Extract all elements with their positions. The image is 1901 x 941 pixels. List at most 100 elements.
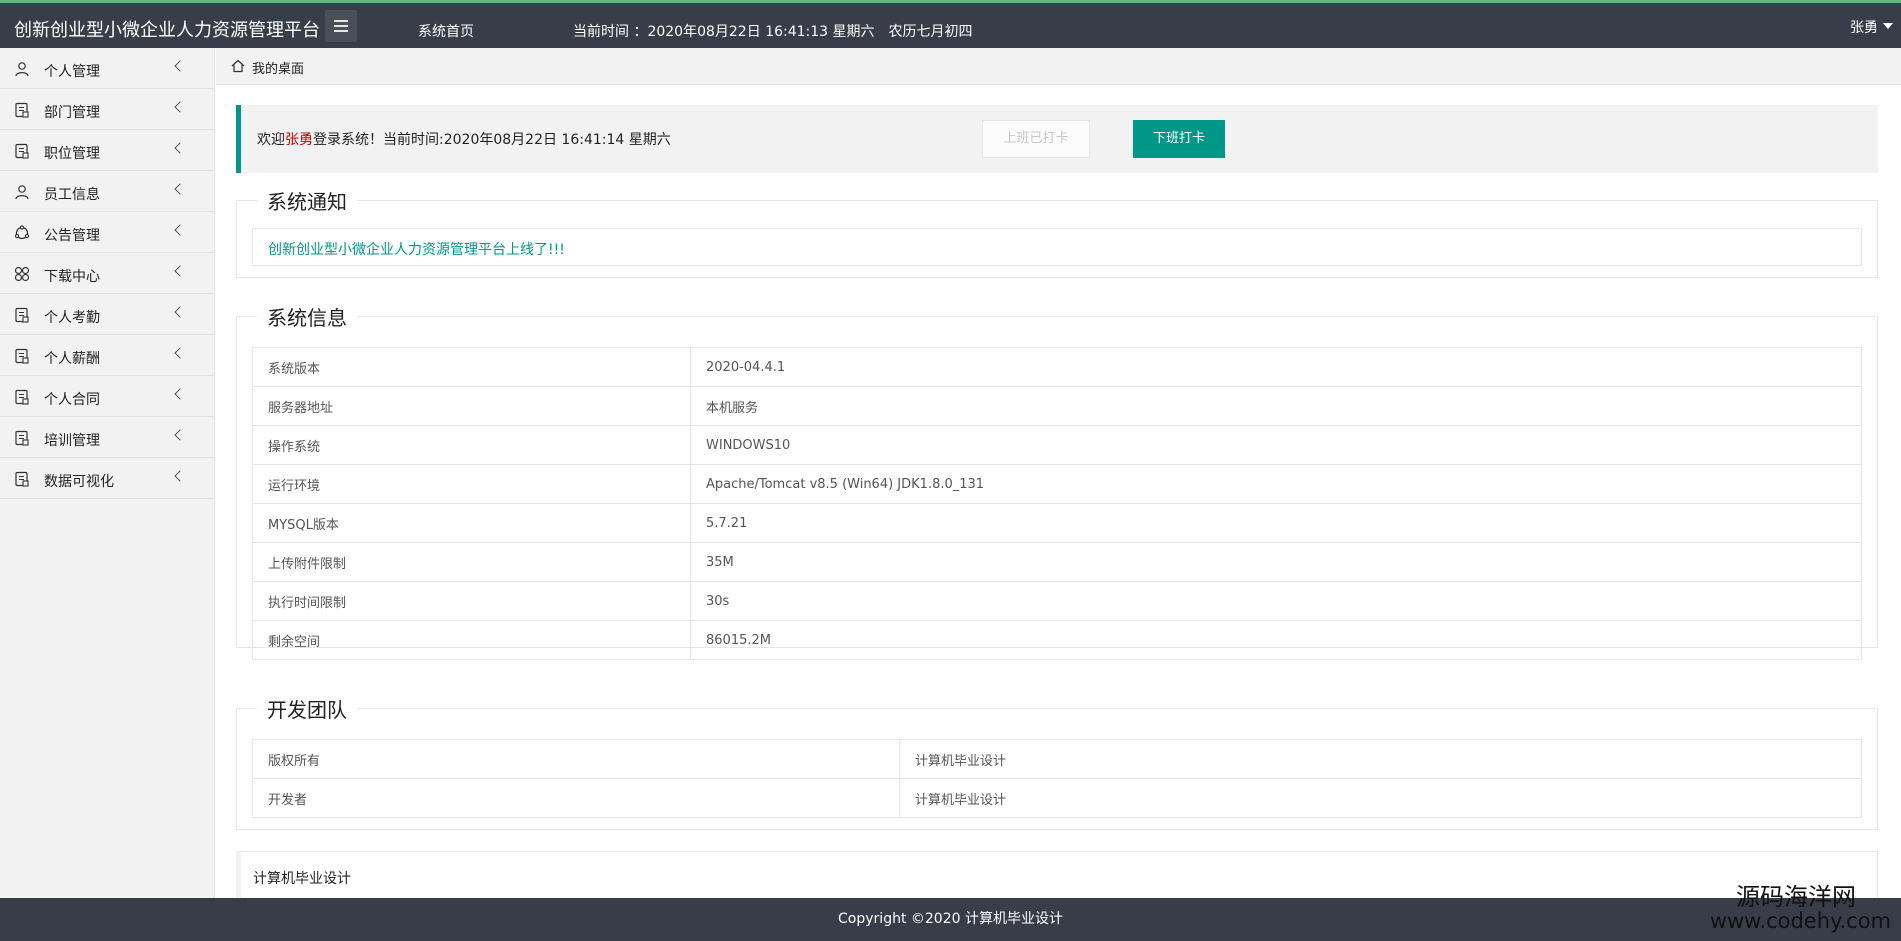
welcome-prefix: 欢迎: [257, 132, 285, 148]
row-key: 上传附件限制: [252, 542, 691, 582]
main-content: 欢迎张勇登录系统！当前时间:2020年08月22日 16:41:14 星期六 上…: [216, 86, 1901, 898]
sidebar-item[interactable]: 公告管理: [0, 212, 214, 253]
sysinfo-section: 系统信息 系统版本 2020-04.4.1 服务器地址 本机服务 操作系统 WINDOWS…: [236, 302, 1878, 660]
file-icon: [15, 102, 29, 118]
team-section: 开发团队 版权所有 计算机毕业设计 开发者 计算机毕业设计: [236, 694, 1878, 830]
notice-title: 系统通知: [267, 190, 347, 214]
sidebar-item-label: 部门管理: [44, 105, 100, 121]
notice-section: 系统通知 创新创业型小微企业人力资源管理平台上线了!!!: [236, 186, 1878, 278]
bottom-panel: 计算机毕业设计: [236, 851, 1878, 898]
user-icon: [15, 62, 29, 77]
sysinfo-title: 系统信息: [267, 306, 347, 330]
sidebar-item[interactable]: 下载中心: [0, 253, 214, 294]
row-key: 开发者: [252, 778, 900, 818]
sidebar-item[interactable]: 个人薪酬: [0, 335, 214, 376]
table-row: MYSQL版本 5.7.21: [252, 503, 1862, 543]
menu-toggle-icon[interactable]: [325, 10, 357, 42]
sidebar-item[interactable]: 数据可视化: [0, 458, 214, 499]
sidebar-item-label: 个人薪酬: [44, 351, 100, 367]
welcome-user: 张勇: [285, 132, 313, 148]
sidebar-item[interactable]: 个人考勤: [0, 294, 214, 335]
table-row: 上传附件限制 35M: [252, 542, 1862, 582]
breadcrumb: 我的桌面: [216, 48, 1901, 85]
watermark: 源码海洋网 www.codehy.com: [1709, 883, 1891, 934]
sidebar-item-label: 个人合同: [44, 392, 100, 408]
file-icon: [15, 471, 29, 487]
sidebar-item-label: 数据可视化: [44, 474, 114, 490]
home-icon[interactable]: [231, 59, 245, 73]
sidebar-item-label: 个人考勤: [44, 310, 100, 326]
file-icon: [15, 307, 29, 323]
chevron-left-icon: [174, 347, 186, 359]
sidebar-item-label: 培训管理: [44, 433, 100, 449]
watermark-line2: www.codehy.com: [1709, 909, 1891, 934]
table-row: 系统版本 2020-04.4.1: [252, 347, 1862, 387]
welcome-suffix: 登录系统！当前时间:2020年08月22日 16:41:14 星期六: [313, 132, 671, 148]
chevron-left-icon: [174, 183, 186, 195]
row-value: 35M: [690, 542, 1862, 582]
row-value: 2020-04.4.1: [690, 347, 1862, 387]
table-row: 操作系统 WINDOWS10: [252, 425, 1862, 465]
checkin-button[interactable]: 上班已打卡: [982, 120, 1090, 158]
chevron-left-icon: [174, 306, 186, 318]
chevron-left-icon: [174, 224, 186, 236]
watermark-line1: 源码海洋网: [1736, 883, 1856, 911]
nav-home-link[interactable]: 系统首页: [418, 21, 474, 41]
app-title: 创新创业型小微企业人力资源管理平台: [14, 20, 320, 41]
row-value: Apache/Tomcat v8.5 (Win64) JDK1.8.0_131: [690, 464, 1862, 504]
sidebar-item-label: 公告管理: [44, 228, 100, 244]
row-value: 5.7.21: [690, 503, 1862, 543]
row-key: 剩余空间: [252, 620, 691, 660]
header-clock: 当前时间 ：2020年08月22日 16:41:13 星期六 农历七月初四: [573, 21, 973, 41]
table-row: 服务器地址 本机服务: [252, 386, 1862, 426]
file-icon: [15, 430, 29, 446]
row-value: 计算机毕业设计: [899, 739, 1862, 779]
row-value: 86015.2M: [690, 620, 1862, 660]
sidebar-item[interactable]: 职位管理: [0, 130, 214, 171]
file-icon: [15, 143, 29, 159]
chevron-left-icon: [174, 142, 186, 154]
file-icon: [15, 348, 29, 364]
welcome-message: 欢迎张勇登录系统！当前时间:2020年08月22日 16:41:14 星期六: [257, 129, 671, 149]
top-header: 创新创业型小微企业人力资源管理平台 系统首页 当前时间 ：2020年08月22日…: [0, 0, 1901, 48]
checkout-button[interactable]: 下班打卡: [1133, 120, 1225, 158]
row-value: 计算机毕业设计: [899, 778, 1862, 818]
row-key: 运行环境: [252, 464, 691, 504]
row-key: MYSQL版本: [252, 503, 691, 543]
table-row: 开发者 计算机毕业设计: [252, 778, 1862, 818]
sidebar-item[interactable]: 个人合同: [0, 376, 214, 417]
chevron-left-icon: [174, 388, 186, 400]
user-name: 张勇: [1850, 20, 1878, 36]
sidebar-item[interactable]: 培训管理: [0, 417, 214, 458]
row-key: 版权所有: [252, 739, 900, 779]
sidebar: 个人管理部门管理职位管理员工信息公告管理下载中心个人考勤个人薪酬个人合同培训管理…: [0, 48, 215, 898]
sidebar-item[interactable]: 部门管理: [0, 89, 214, 130]
chevron-left-icon: [174, 101, 186, 113]
sidebar-item-label: 个人管理: [44, 64, 100, 80]
sidebar-item-label: 员工信息: [44, 187, 100, 203]
chevron-left-icon: [174, 429, 186, 441]
circle-icon: [14, 225, 30, 240]
row-value: 本机服务: [690, 386, 1862, 426]
row-key: 服务器地址: [252, 386, 691, 426]
copyright-text: Copyright ©2020 计算机毕业设计: [838, 911, 1063, 927]
row-value: WINDOWS10: [690, 425, 1862, 465]
sidebar-item[interactable]: 个人管理: [0, 48, 214, 89]
table-row: 剩余空间 86015.2M: [252, 620, 1862, 660]
footer: Copyright ©2020 计算机毕业设计: [0, 898, 1901, 941]
notice-text: 创新创业型小微企业人力资源管理平台上线了!!!: [252, 228, 1862, 266]
breadcrumb-label[interactable]: 我的桌面: [252, 58, 304, 77]
lunar-date: 农历七月初四: [888, 24, 973, 40]
table-row: 版权所有 计算机毕业设计: [252, 739, 1862, 779]
team-title: 开发团队: [267, 698, 347, 722]
caret-down-icon: [1883, 23, 1893, 29]
current-time: 当前时间 ：2020年08月22日 16:41:13 星期六: [573, 24, 875, 40]
table-row: 运行环境 Apache/Tomcat v8.5 (Win64) JDK1.8.0_…: [252, 464, 1862, 504]
row-key: 执行时间限制: [252, 581, 691, 621]
row-value: 30s: [690, 581, 1862, 621]
team-table: 版权所有 计算机毕业设计 开发者 计算机毕业设计: [252, 739, 1862, 818]
row-key: 操作系统: [252, 425, 691, 465]
grid-icon: [14, 266, 30, 282]
sidebar-item[interactable]: 员工信息: [0, 171, 214, 212]
user-menu[interactable]: 张勇: [1850, 17, 1893, 37]
